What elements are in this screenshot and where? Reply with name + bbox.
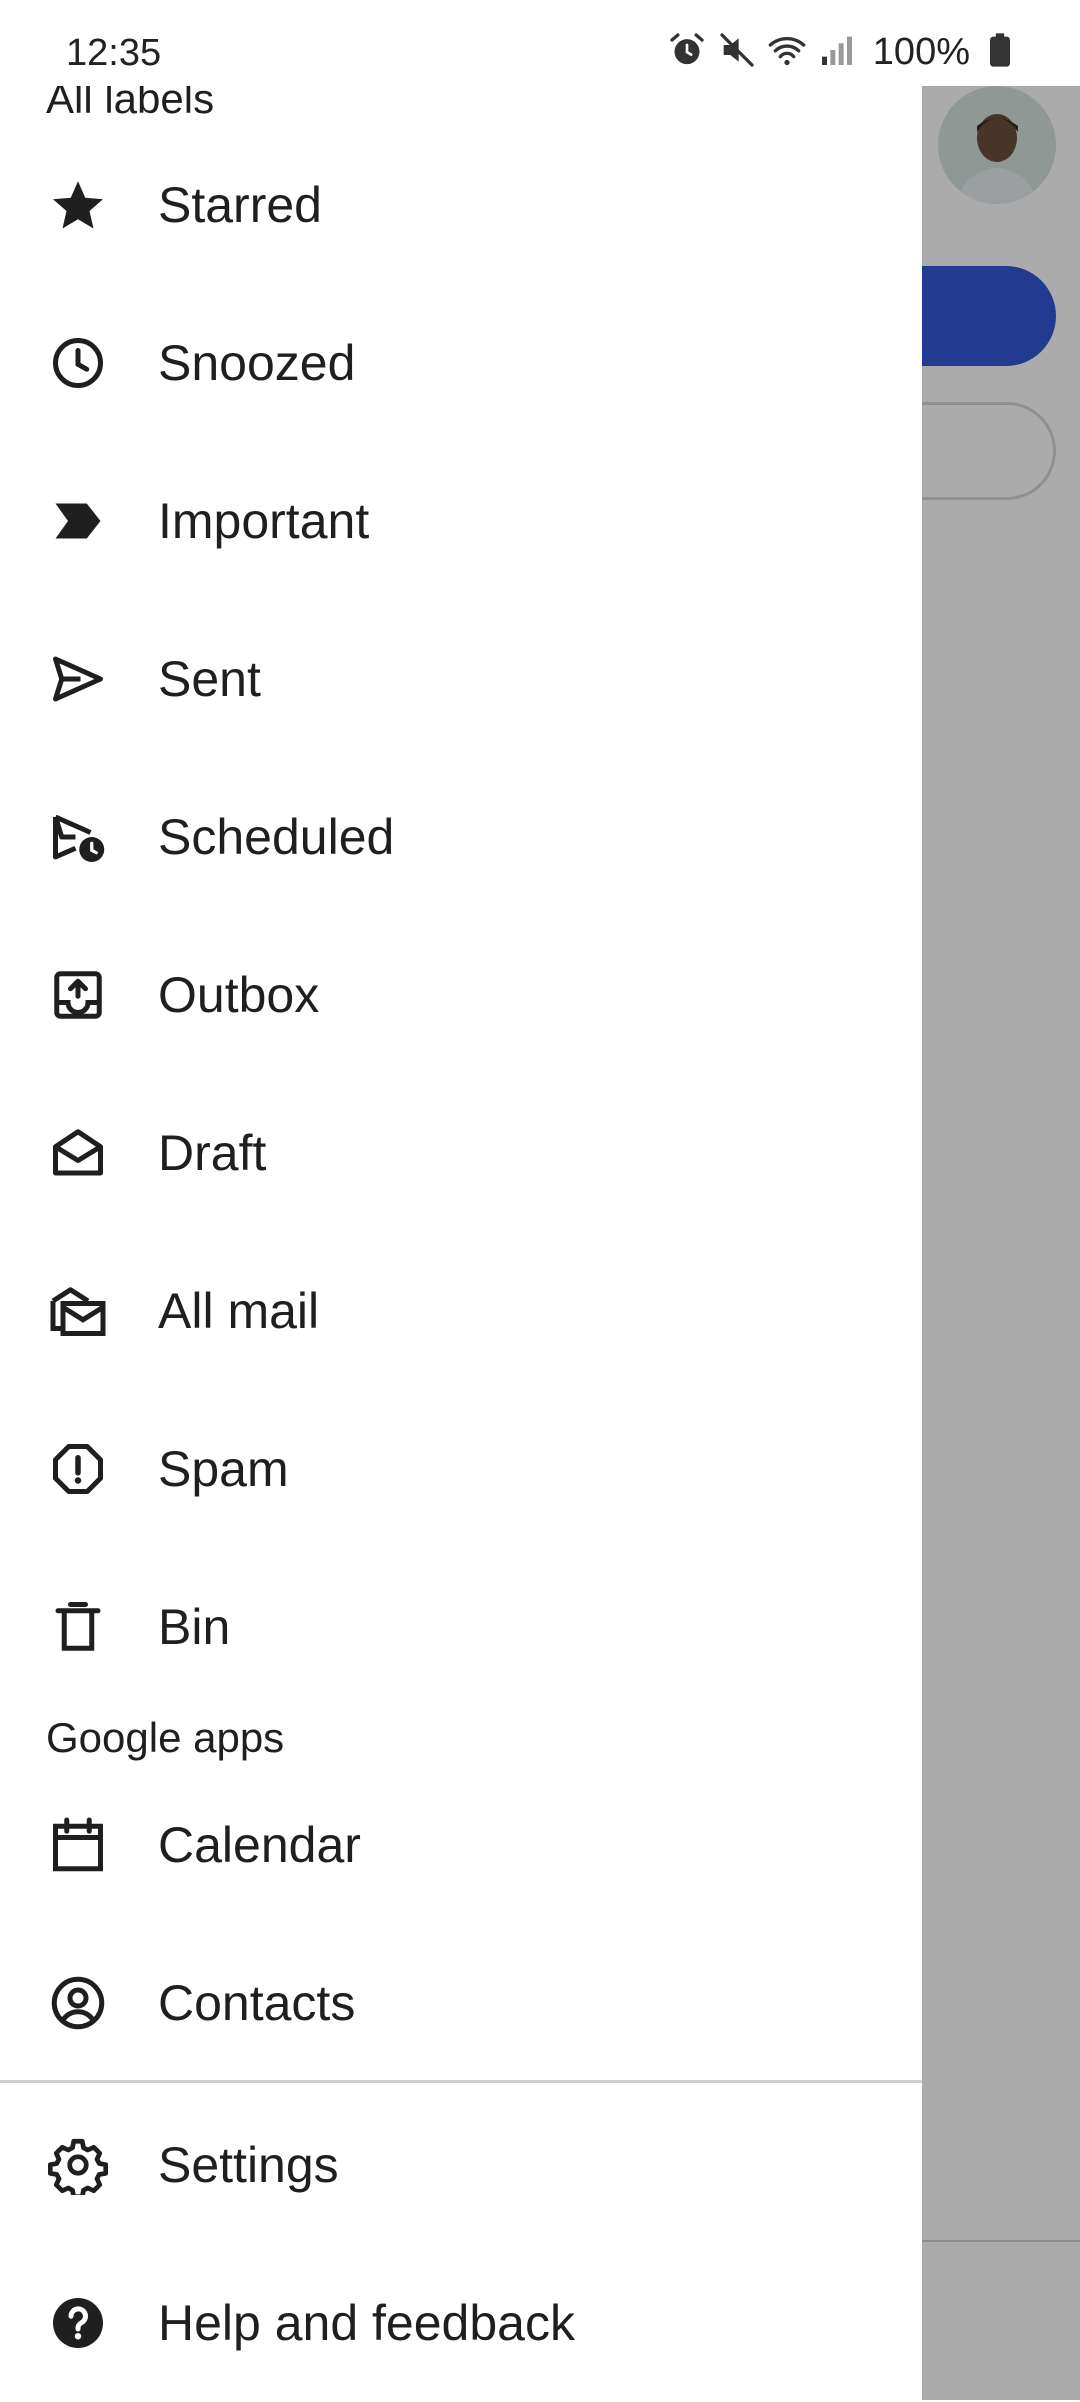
drawer-item-contacts[interactable]: Contacts [0,1924,922,2082]
gear-icon [46,2133,110,2197]
google-apps-header: Google apps [46,1714,285,1761]
drawer-item-bin[interactable]: Bin [0,1548,922,1706]
outbox-icon [46,963,110,1027]
drawer-item-label: Starred [158,177,322,233]
drawer-item-spam[interactable]: Spam [0,1390,922,1548]
drawer-item-label: Outbox [158,967,320,1023]
help-icon [46,2291,110,2355]
drawer-item-outbox[interactable]: Outbox [0,916,922,1074]
contacts-icon [46,1971,110,2035]
navigation-drawer: All labels Starred Snoozed Important Sen… [0,0,922,2400]
drawer-item-label: Spam [158,1441,289,1497]
drawer-item-starred[interactable]: Starred [0,126,922,284]
drawer-item-label: Scheduled [158,809,395,865]
battery-icon [980,30,1020,75]
drawer-item-label: Contacts [158,1975,356,2031]
send-icon [46,647,110,711]
wifi-icon [767,30,807,75]
drawer-item-important[interactable]: Important [0,442,922,600]
drawer-item-label: Bin [158,1599,231,1655]
calendar-icon [46,1813,110,1877]
drawer-item-label: Settings [158,2137,339,2193]
alarm-icon [667,30,707,75]
mute-icon [717,30,757,75]
star-icon [46,173,110,237]
bin-icon [46,1595,110,1659]
all-mail-icon [46,1279,110,1343]
drawer-item-label: Sent [158,651,261,707]
drawer-item-sent[interactable]: Sent [0,600,922,758]
drawer-item-calendar[interactable]: Calendar [0,1766,922,1924]
status-bar: 12:35 100% [0,0,1080,86]
drawer-item-settings[interactable]: Settings [0,2086,922,2244]
status-icons: 100% [667,30,1020,74]
battery-level: 100% [872,30,970,73]
status-time: 12:35 [66,32,162,74]
drawer-divider [0,2080,922,2083]
drawer-item-label: Draft [158,1125,267,1181]
draft-icon [46,1121,110,1185]
drawer-item-label: Calendar [158,1817,361,1873]
clock-icon [46,331,110,395]
drawer-item-draft[interactable]: Draft [0,1074,922,1232]
scheduled-send-icon [46,805,110,869]
important-icon [46,489,110,553]
drawer-item-label: Snoozed [158,335,356,391]
signal-icon [817,30,857,75]
drawer-item-label: Help and feedback [158,2295,575,2351]
drawer-item-label: All mail [158,1283,320,1339]
drawer-item-label: Important [158,493,370,549]
drawer-item-all-mail[interactable]: All mail [0,1232,922,1390]
drawer-item-snoozed[interactable]: Snoozed [0,284,922,442]
spam-icon [46,1437,110,1501]
drawer-item-help-and-feedback[interactable]: Help and feedback [0,2244,922,2402]
drawer-item-scheduled[interactable]: Scheduled [0,758,922,916]
